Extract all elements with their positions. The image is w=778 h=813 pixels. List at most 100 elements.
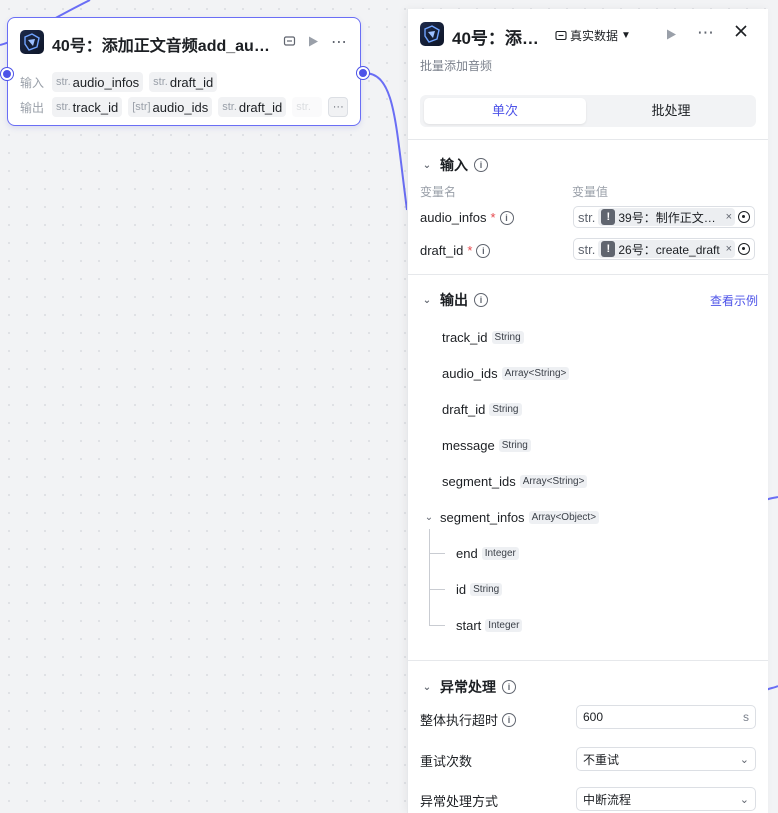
- chevron-down-icon: ⌄: [422, 294, 432, 306]
- input-field-audio-infos: audio_infos * i: [420, 210, 514, 225]
- clear-icon[interactable]: ×: [726, 243, 732, 255]
- error-mode-label: 异常处理方式: [420, 794, 499, 809]
- error-section-title: 异常处理: [440, 679, 496, 695]
- tree-line: [429, 529, 430, 625]
- output-section-header[interactable]: ⌄ 输出 i: [420, 290, 488, 310]
- variable-name-header: 变量名: [420, 185, 457, 199]
- output-field-segment-ids: segment_ids Array<String>: [442, 474, 588, 489]
- run-play-icon[interactable]: [307, 35, 319, 48]
- field-name: message: [442, 438, 495, 453]
- output-section-title: 输出: [440, 292, 468, 308]
- more-options-icon[interactable]: ⋯: [331, 32, 348, 52]
- test-run-config-icon[interactable]: [283, 35, 296, 48]
- chevron-down-icon: ⌄: [422, 681, 432, 693]
- output-field-message: message String: [442, 438, 531, 453]
- retry-value: 不重试: [583, 752, 620, 767]
- variable-picker-icon[interactable]: [738, 243, 750, 255]
- view-example-link[interactable]: 查看示例: [710, 292, 758, 309]
- variable-picker-icon[interactable]: [738, 211, 750, 223]
- type-badge: Array<Object>: [528, 511, 600, 524]
- error-section-header[interactable]: ⌄ 异常处理 i: [420, 677, 516, 697]
- info-icon[interactable]: i: [476, 243, 491, 258]
- caret-down-icon: ▼: [621, 30, 631, 41]
- warning-icon: !: [601, 241, 616, 257]
- test-data-icon: [555, 30, 567, 40]
- output-field-segment-infos[interactable]: ⌄ segment_infos Array<Object>: [422, 510, 600, 525]
- info-icon[interactable]: i: [474, 293, 488, 307]
- plugin-logo-icon: [20, 30, 44, 54]
- type-badge: Array<String>: [519, 475, 588, 488]
- type-badge: String: [498, 439, 531, 452]
- tree-line: [429, 553, 445, 554]
- reference-text: 26号：create_draft: [618, 242, 720, 257]
- error-mode-select[interactable]: 中断流程 ⌄: [576, 787, 756, 811]
- workflow-node-card[interactable]: 40号：添加正文音频add_audios ⋯ 输入 str. audio_info…: [7, 17, 361, 126]
- variable-reference-input[interactable]: str. ! 39号：制作正文音频 ×: [573, 206, 755, 228]
- variable-reference-input[interactable]: str. ! 26号：create_draft ×: [573, 238, 755, 260]
- field-name: audio_infos: [420, 210, 487, 225]
- panel-title: 40号：添加正文音频add_audios: [452, 29, 540, 48]
- info-icon[interactable]: i: [502, 712, 517, 727]
- reference-text: 39号：制作正文音频: [618, 210, 723, 225]
- field-name: segment_ids: [442, 474, 516, 489]
- info-icon[interactable]: i: [474, 158, 488, 172]
- input-tag: str. audio_infos: [52, 72, 144, 92]
- tab-batch[interactable]: 批处理: [590, 98, 752, 124]
- tree-line: [429, 589, 445, 590]
- more-outputs-button[interactable]: ···: [328, 97, 349, 117]
- close-icon[interactable]: [734, 24, 748, 38]
- field-name: track_id: [442, 330, 488, 345]
- chevron-down-icon: ⌄: [739, 793, 749, 806]
- output-child-end: end Integer: [456, 546, 519, 561]
- type-badge: String: [470, 583, 503, 596]
- output-tag: str. draft_id: [218, 97, 287, 117]
- clear-icon[interactable]: ×: [726, 211, 732, 223]
- divider: [408, 274, 768, 275]
- output-child-id: id String: [456, 582, 503, 597]
- divider: [408, 139, 768, 140]
- info-icon[interactable]: i: [502, 680, 516, 694]
- reference-chip[interactable]: ! 26号：create_draft ×: [598, 240, 735, 258]
- field-name: segment_infos: [440, 510, 525, 525]
- divider: [408, 660, 768, 661]
- run-play-icon[interactable]: [665, 28, 677, 41]
- panel-subtitle: 批量添加音频: [420, 59, 493, 73]
- type-badge: String: [491, 331, 524, 344]
- output-tag: str. track_id: [52, 97, 123, 117]
- plugin-logo-icon: [420, 22, 444, 46]
- tab-single[interactable]: 单次: [424, 98, 586, 124]
- field-name: audio_ids: [442, 366, 498, 381]
- timeout-input[interactable]: 600 s: [576, 705, 756, 729]
- tree-line: [429, 625, 445, 626]
- timeout-value: 600: [583, 710, 604, 724]
- chevron-down-icon[interactable]: ⌄: [422, 512, 436, 523]
- field-name: id: [456, 582, 467, 597]
- type-badge: Array<String>: [501, 367, 570, 380]
- node-title: 40号：添加正文音频add_audios: [52, 38, 272, 55]
- outputs-label: 输出: [20, 100, 45, 115]
- timeout-label: 整体执行超时: [420, 713, 499, 728]
- more-options-icon[interactable]: ⋯: [697, 23, 714, 43]
- node-output-port[interactable]: [357, 67, 369, 79]
- warning-icon: !: [601, 209, 616, 225]
- chevron-down-icon: ⌄: [422, 159, 432, 171]
- type-prefix: str.: [578, 241, 596, 257]
- input-field-draft-id: draft_id * i: [420, 243, 491, 258]
- timeout-label-row: 整体执行超时 i: [420, 710, 517, 729]
- field-name: draft_id: [420, 243, 464, 258]
- retry-label: 重试次数: [420, 754, 473, 769]
- info-icon[interactable]: i: [499, 210, 514, 225]
- type-badge: Integer: [485, 619, 523, 632]
- required-mark: *: [490, 210, 496, 225]
- input-tag: str. draft_id: [149, 72, 218, 92]
- data-mode-dropdown[interactable]: 真实数据 ▼: [555, 27, 631, 44]
- input-section-title: 输入: [440, 157, 468, 173]
- error-mode-value: 中断流程: [583, 792, 632, 807]
- reference-chip[interactable]: ! 39号：制作正文音频 ×: [598, 208, 735, 226]
- output-field-draft-id: draft_id String: [442, 402, 522, 417]
- node-input-port[interactable]: [1, 68, 13, 80]
- input-section-header[interactable]: ⌄ 输入 i: [420, 155, 488, 175]
- field-name: draft_id: [442, 402, 486, 417]
- retry-select[interactable]: 不重试 ⌄: [576, 747, 756, 771]
- required-mark: *: [467, 243, 473, 258]
